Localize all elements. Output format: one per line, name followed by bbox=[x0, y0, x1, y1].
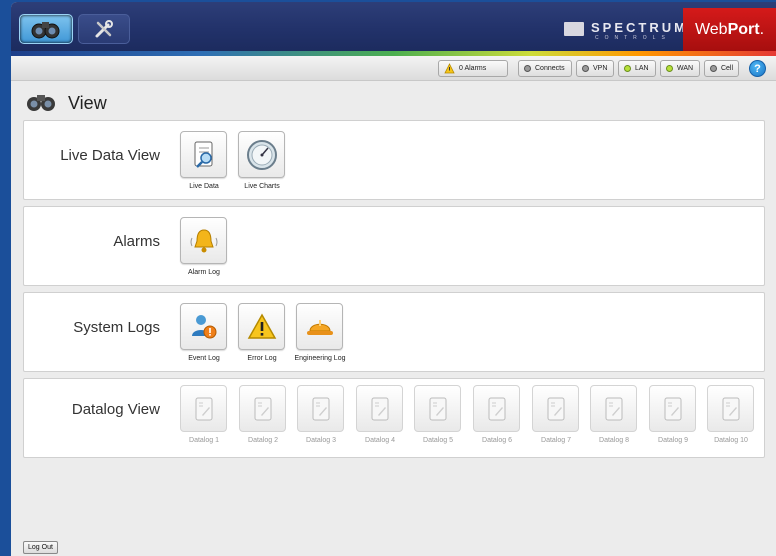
datalog-button[interactable] bbox=[239, 385, 286, 432]
help-icon[interactable]: ? bbox=[749, 60, 766, 77]
document-icon bbox=[312, 397, 329, 420]
warning-triangle-icon bbox=[247, 312, 276, 339]
vpn-status[interactable]: VPN bbox=[576, 60, 614, 77]
webport-web: Web bbox=[694, 21, 728, 38]
live-data-button[interactable] bbox=[180, 131, 227, 178]
view-mode-button[interactable] bbox=[19, 14, 73, 44]
section-alarms: Alarms Alarm Log bbox=[23, 206, 765, 286]
wan-indicator-icon bbox=[666, 65, 673, 72]
document-icon bbox=[195, 397, 212, 420]
cell-indicator-icon bbox=[710, 65, 717, 72]
lan-status[interactable]: LAN bbox=[618, 60, 656, 77]
binoculars-icon bbox=[27, 95, 55, 111]
section-system-logs: System Logs Event Log Error Log Engineer… bbox=[23, 292, 765, 372]
vpn-indicator-icon bbox=[582, 65, 589, 72]
tile-label: Engineering Log bbox=[294, 355, 346, 362]
document-icon bbox=[722, 397, 739, 420]
lan-indicator-icon bbox=[624, 65, 631, 72]
bell-icon bbox=[190, 228, 217, 252]
alarm-log-button[interactable] bbox=[180, 217, 227, 264]
datalog-button[interactable] bbox=[473, 385, 520, 432]
document-icon bbox=[371, 397, 388, 420]
datalog-button[interactable] bbox=[180, 385, 227, 432]
event-log-button[interactable] bbox=[180, 303, 227, 350]
section-datalog-view: Datalog View Datalog 1 Datalog 2 Datalog 3… bbox=[23, 378, 765, 458]
document-icon bbox=[547, 397, 564, 420]
connects-label: Connects bbox=[535, 65, 565, 72]
logout-button[interactable]: Log Out bbox=[23, 541, 58, 554]
alarms-status-button[interactable]: 0 Alarms bbox=[438, 60, 508, 77]
webport-logo: WebPort. bbox=[683, 8, 776, 52]
error-log-button[interactable] bbox=[238, 303, 285, 350]
spectrum-logo-icon bbox=[564, 22, 584, 36]
document-icon bbox=[605, 397, 622, 420]
top-bar: SPECTRUM CONTROLS WebPort. bbox=[11, 2, 776, 52]
notebook-magnifier-icon bbox=[194, 141, 212, 168]
section-label: Datalog View bbox=[71, 401, 160, 418]
section-label: Alarms bbox=[113, 233, 160, 250]
gauge-icon bbox=[246, 139, 277, 170]
section-live-data-view: Live Data View Live Data Live Charts bbox=[23, 120, 765, 200]
cell-label: Cell bbox=[720, 65, 733, 72]
status-bar: 0 Alarms Connects VPN LAN WAN Cell ? bbox=[11, 56, 776, 81]
datalog-button[interactable] bbox=[414, 385, 461, 432]
lan-label: LAN bbox=[635, 65, 649, 72]
tile-label: Live Charts bbox=[244, 183, 280, 190]
wan-status[interactable]: WAN bbox=[660, 60, 700, 77]
section-label: Live Data View bbox=[60, 147, 160, 164]
document-icon bbox=[254, 397, 271, 420]
webport-port: Port bbox=[727, 21, 760, 38]
datalog-button[interactable] bbox=[590, 385, 637, 432]
connects-status[interactable]: Connects bbox=[518, 60, 572, 77]
wan-label: WAN bbox=[677, 65, 694, 72]
bell-warning-icon bbox=[444, 63, 455, 74]
webport-dot: . bbox=[759, 21, 765, 38]
cell-status[interactable]: Cell bbox=[704, 60, 739, 77]
datalog-button[interactable] bbox=[356, 385, 403, 432]
document-icon bbox=[429, 397, 446, 420]
document-icon bbox=[488, 397, 505, 420]
user-warning-icon bbox=[191, 314, 216, 338]
section-label: System Logs bbox=[73, 319, 160, 336]
vpn-label: VPN bbox=[593, 65, 608, 72]
hardhat-icon bbox=[306, 319, 333, 335]
datalog-button[interactable] bbox=[297, 385, 344, 432]
alarms-count: 0 Alarms bbox=[459, 65, 487, 72]
tile-label: Datalog 10 bbox=[714, 437, 748, 444]
datalog-button[interactable] bbox=[649, 385, 696, 432]
tile-label: Alarm Log bbox=[188, 269, 220, 276]
live-charts-button[interactable] bbox=[238, 131, 285, 178]
document-icon bbox=[664, 397, 681, 420]
binoculars-icon bbox=[31, 22, 60, 39]
page-title: View bbox=[68, 93, 107, 113]
tools-mode-button[interactable] bbox=[78, 14, 130, 44]
datalog-button[interactable] bbox=[707, 385, 754, 432]
connects-indicator-icon bbox=[524, 65, 531, 72]
tools-icon bbox=[95, 20, 113, 38]
datalog-button[interactable] bbox=[532, 385, 579, 432]
app-window: SPECTRUM CONTROLS WebPort. 0 Alarms Conn… bbox=[11, 2, 776, 556]
brand-subtitle: CONTROLS bbox=[595, 35, 671, 41]
brand-name: SPECTRUM bbox=[591, 20, 688, 35]
engineering-log-button[interactable] bbox=[296, 303, 343, 350]
